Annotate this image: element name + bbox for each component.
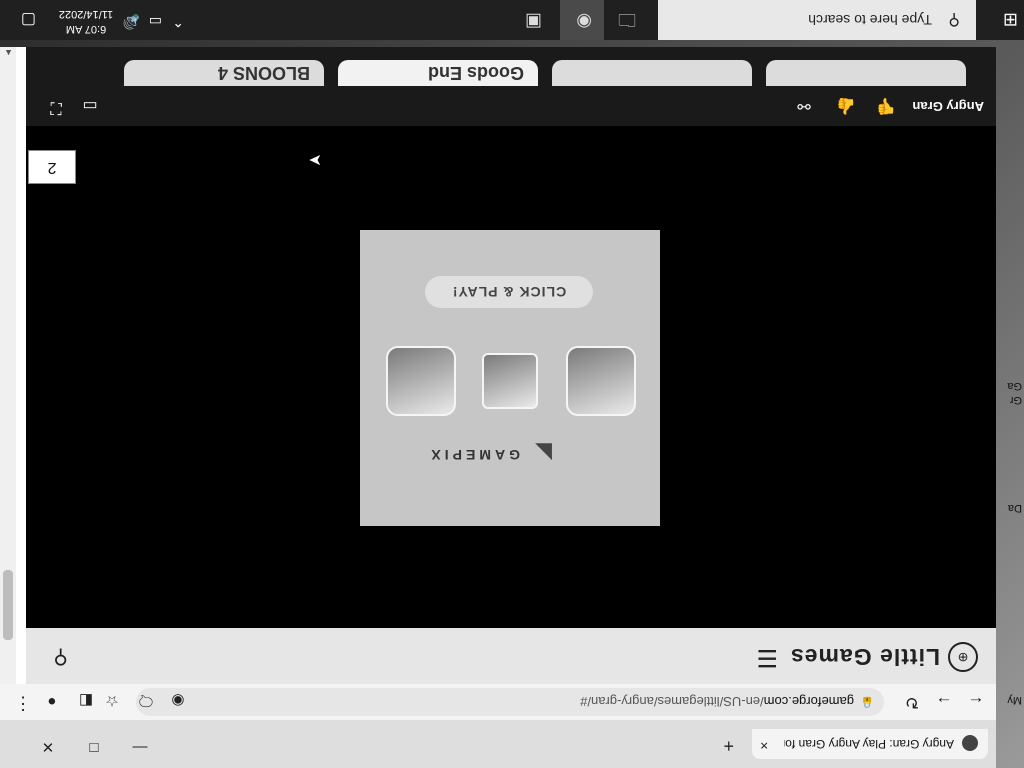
forward-button[interactable]: → bbox=[932, 692, 956, 712]
game-launch-card[interactable]: ◣ GAMEPIX CLICK & PLAY! bbox=[360, 230, 660, 526]
related-game-title: Goods End bbox=[428, 63, 524, 83]
reload-button[interactable]: ↻ bbox=[900, 692, 924, 712]
scrollbar-thumb[interactable] bbox=[3, 570, 13, 640]
read-aloud-icon[interactable]: 🗨 bbox=[136, 692, 156, 710]
game-info-bar: Angry Gran 👎 👍 ⚯ ▭ ⛶ bbox=[26, 86, 996, 126]
game-thumbnail[interactable] bbox=[386, 346, 456, 416]
share-icon[interactable]: ⚯ bbox=[792, 96, 816, 116]
scroll-up-icon[interactable]: ▲ bbox=[4, 48, 13, 58]
thumbs-down-icon[interactable]: 👎 bbox=[874, 96, 898, 116]
desktop-icon-label[interactable]: Ga bbox=[1007, 380, 1022, 392]
related-game-card[interactable]: Goods End bbox=[338, 60, 538, 86]
related-game-card[interactable] bbox=[552, 60, 752, 86]
show-hidden-icons-chevron[interactable]: ⌃ bbox=[172, 13, 184, 30]
site-search-icon[interactable]: ⚲ bbox=[53, 645, 68, 670]
search-icon: ⚲ bbox=[948, 11, 960, 28]
edge-icon[interactable]: ◉ bbox=[168, 692, 188, 710]
site-logo-icon[interactable]: ⊕ bbox=[948, 642, 978, 672]
profile-icon[interactable]: ● bbox=[42, 693, 62, 710]
gamepix-logo-icon: ◣ bbox=[535, 441, 552, 466]
taskbar: ⊞ ⚲ Type here to search 🗀 ◉ ▣ ⌃ ▭ 🔊 6:07… bbox=[0, 0, 1024, 40]
related-games-row: Goods End BLOONS 4 bbox=[26, 47, 996, 86]
favorite-star-icon[interactable]: ☆ bbox=[102, 692, 122, 710]
taskbar-app-file-explorer[interactable]: 🗀 bbox=[604, 0, 648, 40]
network-icon[interactable]: ▭ bbox=[149, 13, 162, 30]
related-game-title: BLOONS 4 bbox=[217, 63, 310, 83]
thumbs-up-icon[interactable]: 👍 bbox=[834, 96, 858, 116]
new-tab-button[interactable]: + bbox=[723, 735, 734, 756]
mouse-cursor-icon: ➤ bbox=[308, 151, 322, 168]
close-window-button[interactable]: ✕ bbox=[37, 738, 59, 756]
screen: My Da Gr Ga Angry Gran: Play Angry Gran … bbox=[0, 0, 1024, 768]
maximize-button[interactable]: □ bbox=[83, 739, 105, 756]
related-game-card[interactable]: BLOONS 4 bbox=[124, 60, 324, 86]
url-domain: gameforge.com bbox=[763, 694, 854, 709]
system-clock[interactable]: 6:07 AM 11/14/2022 bbox=[54, 6, 118, 36]
click-and-play-button[interactable]: CLICK & PLAY! bbox=[425, 276, 593, 308]
site-brand[interactable]: Little Games bbox=[790, 643, 940, 670]
site-header: ⊕ Little Games ☰ ⚲ bbox=[26, 627, 996, 684]
game-area[interactable]: 2 ◣ GAMEPIX CLICK & PLAY! ➤ bbox=[26, 126, 996, 628]
taskbar-search-box[interactable]: ⚲ Type here to search bbox=[658, 0, 976, 40]
tab-close-icon[interactable]: × bbox=[760, 738, 768, 754]
browser-tab[interactable]: Angry Gran: Play Angry Gran for × bbox=[752, 729, 988, 759]
desktop-icon-label[interactable]: Gr bbox=[1010, 394, 1022, 406]
game-thumbnail[interactable] bbox=[566, 346, 636, 416]
fullscreen-icon[interactable]: ⛶ bbox=[44, 98, 68, 116]
notification-center-icon[interactable]: ▢ bbox=[21, 10, 36, 30]
address-bar[interactable]: 🔒 gameforge.com/en-US/littlegames/angry-… bbox=[136, 688, 884, 716]
desktop-icon-label[interactable]: Da bbox=[1008, 502, 1022, 514]
theater-mode-icon[interactable]: ▭ bbox=[78, 96, 102, 116]
taskbar-app-store[interactable]: ▣ bbox=[510, 0, 554, 40]
volume-icon[interactable]: 🔊 bbox=[123, 13, 140, 30]
minimize-button[interactable]: — bbox=[129, 739, 151, 756]
url-path: /en-US/littlegames/angry-gran/# bbox=[580, 694, 764, 709]
search-placeholder: Type here to search bbox=[808, 12, 932, 28]
edge-browser-icon: ◉ bbox=[576, 12, 592, 32]
game-thumbnail[interactable] bbox=[482, 353, 538, 409]
clock-time: 6:07 AM bbox=[65, 23, 107, 35]
browser-window: Angry Gran: Play Angry Gran for × + — □ … bbox=[0, 47, 996, 768]
taskbar-app-edge[interactable]: ◉ bbox=[560, 0, 604, 40]
gamepix-brand: GAMEPIX bbox=[427, 447, 520, 463]
tab-strip: Angry Gran: Play Angry Gran for × + — □ … bbox=[0, 720, 996, 768]
browser-menu-button[interactable]: ⋮ bbox=[14, 693, 32, 714]
favicon-icon bbox=[962, 735, 978, 751]
hamburger-menu-icon[interactable]: ☰ bbox=[756, 643, 778, 672]
back-button[interactable]: ← bbox=[964, 692, 988, 712]
store-icon: ▣ bbox=[524, 12, 542, 32]
clock-date: 11/14/2022 bbox=[58, 8, 114, 20]
url-text[interactable]: gameforge.com/en-US/littlegames/angry-gr… bbox=[580, 694, 854, 709]
desktop-icon-label[interactable]: My bbox=[1007, 694, 1022, 706]
folder-icon: 🗀 bbox=[618, 10, 636, 30]
count-badge[interactable]: 2 bbox=[28, 150, 76, 184]
windows-start-icon[interactable]: ⊞ bbox=[1003, 9, 1018, 30]
game-title: Angry Gran bbox=[912, 99, 984, 114]
browser-toolbar: ← → ↻ 🔒 gameforge.com/en-US/littlegames/… bbox=[0, 684, 996, 720]
collections-icon[interactable]: ◧ bbox=[76, 692, 96, 710]
lock-icon[interactable]: 🔒 bbox=[860, 696, 874, 709]
tab-title: Angry Gran: Play Angry Gran for bbox=[784, 737, 954, 751]
related-game-card[interactable] bbox=[766, 60, 966, 86]
